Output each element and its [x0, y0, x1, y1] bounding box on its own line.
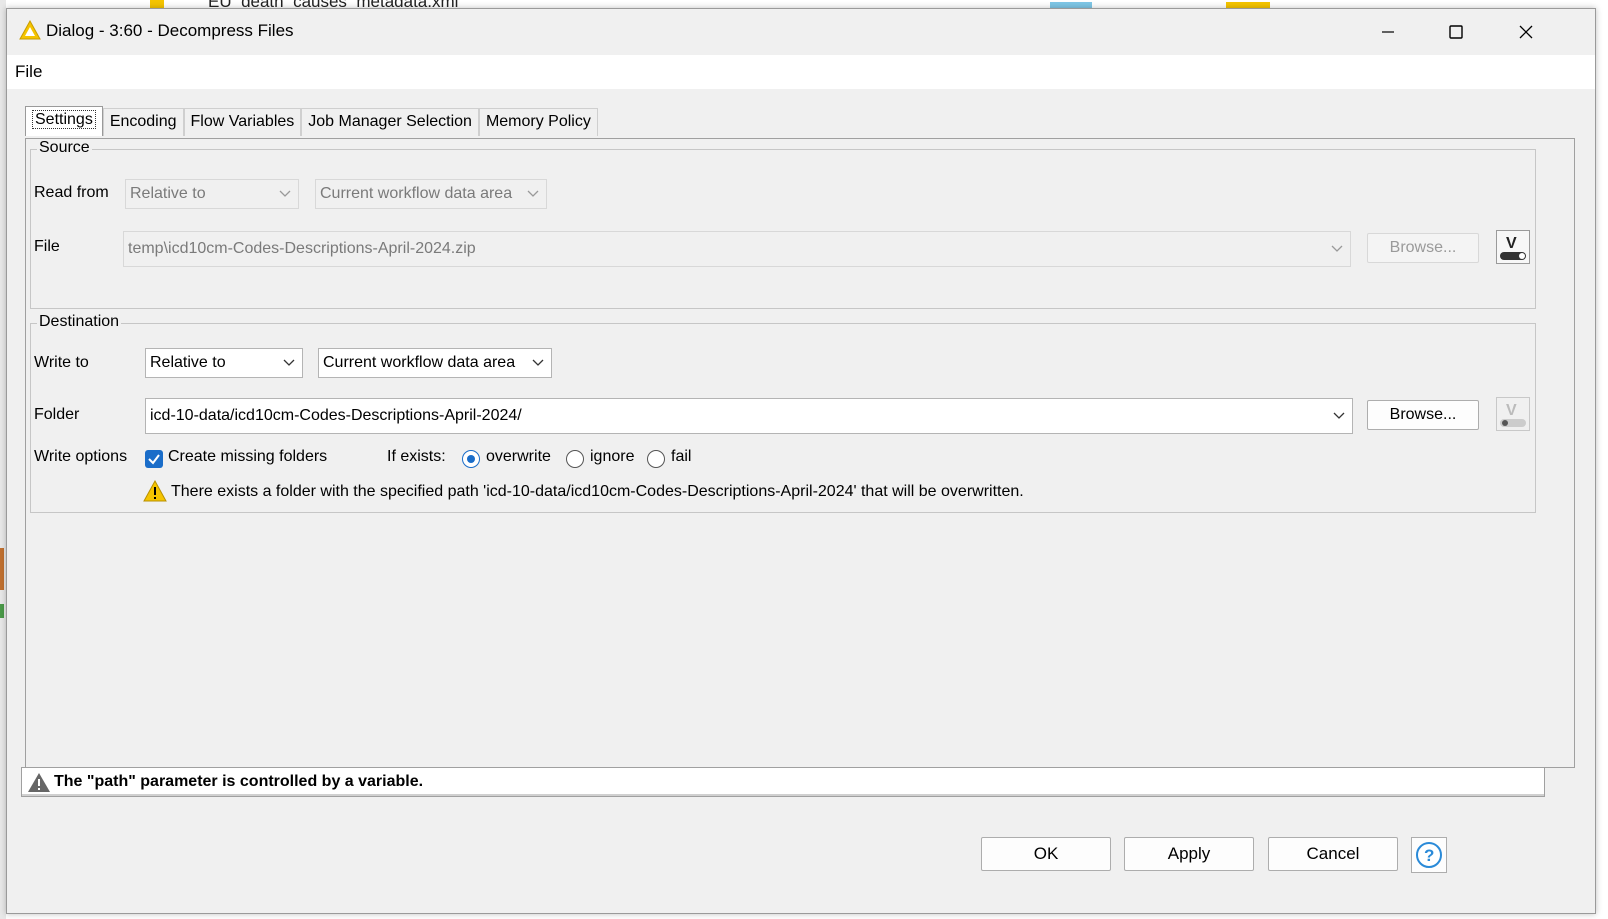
read-from-location-value: Current workflow data area [320, 185, 513, 202]
status-message: The "path" parameter is controlled by a … [54, 773, 424, 790]
file-path-input[interactable]: temp\icd10cm-Codes-Descriptions-April-20… [123, 231, 1351, 267]
title-bar[interactable]: Dialog - 3:60 - Decompress Files [7, 9, 1595, 55]
overwrite-warning-text: There exists a folder with the specified… [171, 483, 1024, 500]
read-from-mode-select[interactable]: Relative to [125, 179, 299, 209]
if-exists-label: If exists: [387, 448, 446, 465]
chevron-down-icon [279, 190, 291, 197]
overwrite-radio[interactable] [462, 450, 480, 468]
status-warning-icon [27, 772, 51, 798]
read-from-label: Read from [34, 184, 109, 201]
close-button[interactable] [1501, 17, 1551, 47]
write-to-mode-select[interactable]: Relative to [145, 348, 303, 378]
maximize-button[interactable] [1431, 17, 1481, 47]
cancel-button[interactable]: Cancel [1268, 837, 1398, 871]
tab-settings[interactable]: Settings [25, 106, 103, 136]
chevron-down-icon [1331, 245, 1343, 252]
chevron-down-icon [527, 190, 539, 197]
menu-bar: File [7, 55, 1595, 89]
tab-flow-variables[interactable]: Flow Variables [183, 108, 302, 136]
window-title: Dialog - 3:60 - Decompress Files [46, 21, 294, 40]
destination-flow-variable-button[interactable]: V [1496, 397, 1530, 431]
knime-warning-icon [19, 19, 41, 45]
decompress-files-dialog: Dialog - 3:60 - Decompress Files File Se… [6, 8, 1596, 914]
tab-label: Encoding [109, 113, 177, 130]
folder-path-input[interactable]: icd-10-data/icd10cm-Codes-Descriptions-A… [145, 398, 1353, 434]
help-icon: ? [1416, 842, 1442, 868]
ignore-radio[interactable] [566, 450, 584, 468]
tab-memory-policy[interactable]: Memory Policy [478, 108, 598, 136]
write-to-label: Write to [34, 354, 89, 371]
source-group-title: Source [37, 139, 92, 157]
apply-button[interactable]: Apply [1124, 837, 1254, 871]
tab-encoding[interactable]: Encoding [102, 108, 184, 136]
canvas-node-fragment [0, 604, 4, 618]
read-from-mode-value: Relative to [130, 185, 206, 202]
create-missing-folders-checkbox[interactable] [145, 450, 163, 468]
source-flow-variable-button[interactable]: V [1496, 230, 1530, 264]
settings-panel: Source Read from Relative to Current wor… [25, 138, 1575, 768]
destination-group: Destination Write to Relative to Current… [30, 313, 1536, 513]
tab-label: Memory Policy [485, 113, 591, 130]
maximize-icon [1449, 25, 1463, 39]
minimize-icon [1382, 31, 1394, 33]
ok-button[interactable]: OK [981, 837, 1111, 871]
folder-label: Folder [34, 406, 80, 423]
fail-label[interactable]: fail [671, 448, 691, 466]
tab-job-manager-selection[interactable]: Job Manager Selection [301, 108, 479, 136]
flow-variable-icon: V [1500, 235, 1526, 260]
create-missing-folders-label[interactable]: Create missing folders [168, 448, 327, 466]
file-label: File [34, 238, 60, 255]
write-to-location-select[interactable]: Current workflow data area [318, 348, 552, 378]
tab-label: Settings [32, 110, 96, 129]
canvas-node-fragment [0, 548, 4, 590]
svg-text:V: V [1506, 402, 1517, 419]
ok-label: OK [1033, 844, 1059, 863]
flow-variable-icon: V [1500, 402, 1526, 427]
write-to-location-value: Current workflow data area [323, 354, 516, 371]
svg-text:?: ? [1424, 846, 1434, 865]
menu-file[interactable]: File [15, 62, 42, 82]
read-from-location-select[interactable]: Current workflow data area [315, 179, 547, 209]
fail-radio[interactable] [647, 450, 665, 468]
folder-path-value: icd-10-data/icd10cm-Codes-Descriptions-A… [150, 407, 522, 424]
chevron-down-icon [283, 359, 295, 366]
tab-label: Job Manager Selection [308, 113, 472, 130]
destination-browse-button[interactable]: Browse... [1367, 400, 1479, 430]
warning-icon [143, 479, 167, 507]
ignore-label[interactable]: ignore [590, 448, 634, 466]
close-icon [1519, 25, 1533, 39]
file-path-value: temp\icd10cm-Codes-Descriptions-April-20… [128, 240, 476, 257]
source-browse-button[interactable]: Browse... [1367, 233, 1479, 263]
status-bar: The "path" parameter is controlled by a … [21, 767, 1545, 797]
browse-label: Browse... [1389, 406, 1457, 423]
chevron-down-icon [1333, 412, 1345, 419]
chevron-down-icon [532, 359, 544, 366]
write-options-label: Write options [34, 448, 128, 465]
destination-group-title: Destination [37, 313, 122, 331]
cancel-label: Cancel [1306, 844, 1360, 863]
svg-text:V: V [1506, 235, 1517, 252]
minimize-button[interactable] [1363, 17, 1413, 47]
apply-label: Apply [1167, 844, 1211, 863]
checkmark-icon [148, 454, 160, 465]
help-button[interactable]: ? [1411, 837, 1447, 873]
tab-strip: Settings Encoding Flow Variables Job Man… [25, 106, 598, 136]
source-group: Source Read from Relative to Current wor… [30, 139, 1536, 309]
browse-label: Browse... [1389, 239, 1457, 256]
tab-label: Flow Variables [190, 113, 295, 130]
overwrite-label[interactable]: overwrite [486, 448, 551, 466]
write-to-mode-value: Relative to [150, 354, 226, 371]
